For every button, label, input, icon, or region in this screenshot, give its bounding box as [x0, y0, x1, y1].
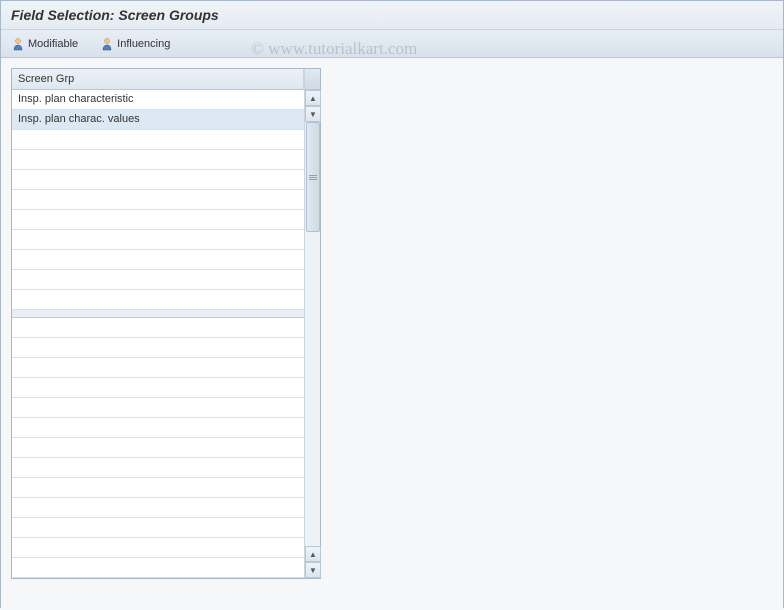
scroll-up-arrow[interactable]: ▲ [305, 90, 321, 106]
table-row[interactable] [12, 478, 304, 498]
table-row[interactable] [12, 398, 304, 418]
scroll-down-arrow[interactable]: ▼ [305, 106, 321, 122]
table-header-corner[interactable] [304, 69, 320, 89]
table-row[interactable] [12, 230, 304, 250]
table-header: Screen Grp [12, 69, 320, 90]
table-row[interactable] [12, 190, 304, 210]
table-row[interactable] [12, 498, 304, 518]
table-row[interactable] [12, 150, 304, 170]
page-title: Field Selection: Screen Groups [1, 1, 783, 30]
modifiable-button[interactable]: Modifiable [7, 35, 82, 53]
table-row[interactable]: Insp. plan characteristic [12, 90, 304, 110]
table-row[interactable] [12, 250, 304, 270]
table-row[interactable] [12, 170, 304, 190]
table-row[interactable] [12, 438, 304, 458]
table-row[interactable] [12, 210, 304, 230]
screen-group-table: Screen Grp Insp. plan characteristic Ins… [11, 68, 321, 579]
content-area: Screen Grp Insp. plan characteristic Ins… [1, 58, 783, 610]
table-row[interactable] [12, 130, 304, 150]
table-gap [12, 310, 304, 318]
table-row[interactable] [12, 378, 304, 398]
modifiable-label: Modifiable [28, 38, 78, 50]
scroll-down-arrow-bottom[interactable]: ▼ [305, 562, 321, 578]
table-row[interactable] [12, 558, 304, 578]
scroll-track[interactable] [305, 122, 320, 546]
influencing-button[interactable]: Influencing [96, 35, 174, 53]
person-icon [100, 37, 114, 51]
table-body: Insp. plan characteristic Insp. plan cha… [12, 90, 320, 578]
scroll-up-arrow-bottom[interactable]: ▲ [305, 546, 321, 562]
table-row[interactable] [12, 318, 304, 338]
scroll-thumb-grip [309, 173, 317, 181]
table-row[interactable] [12, 270, 304, 290]
table-row[interactable] [12, 338, 304, 358]
influencing-label: Influencing [117, 38, 170, 50]
table-row[interactable] [12, 458, 304, 478]
toolbar: Modifiable Influencing [1, 30, 783, 58]
table-row[interactable] [12, 358, 304, 378]
table-row[interactable]: Insp. plan charac. values [12, 110, 304, 130]
table-header-cell[interactable]: Screen Grp [12, 69, 304, 89]
table-row[interactable] [12, 418, 304, 438]
scrollbar-vertical[interactable]: ▲ ▼ ▲ ▼ [304, 90, 320, 578]
table-row[interactable] [12, 518, 304, 538]
scroll-thumb[interactable] [306, 122, 320, 232]
table-row[interactable] [12, 290, 304, 310]
person-icon [11, 37, 25, 51]
table-row[interactable] [12, 538, 304, 558]
